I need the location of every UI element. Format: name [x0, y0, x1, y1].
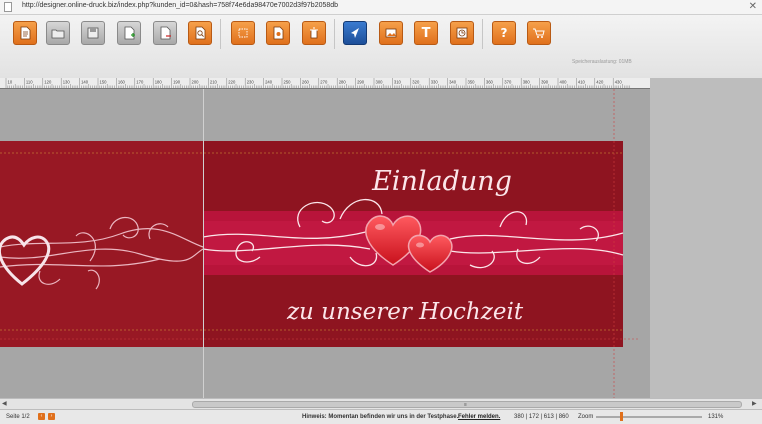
zoom-label: Zoom [578, 414, 594, 420]
clipart-icon [456, 27, 468, 39]
crop-button[interactable] [231, 21, 255, 45]
zoom-slider-thumb[interactable] [620, 412, 624, 421]
ruler-label: 380 [523, 80, 531, 85]
delete-button[interactable] [302, 21, 326, 45]
ruler-label: 270 [320, 80, 328, 85]
save-button[interactable] [81, 21, 105, 45]
close-icon[interactable]: ✕ [749, 0, 757, 14]
new-page-icon [20, 26, 31, 40]
scroll-grip-icon: ≡ [464, 402, 467, 408]
ruler-label: 240 [265, 80, 273, 85]
address-bar[interactable]: http://designer.online-druck.biz/index.p… [0, 0, 762, 15]
horizontal-ruler: 10 110 120 130 140 150 160 170 180 190 200 210 220 23… [0, 78, 650, 89]
memory-usage: Speicherauslastung: 01MB [572, 59, 632, 65]
card-artwork[interactable]: Einladung zu unserer Hochzeit [0, 89, 650, 398]
pointer-icon [351, 28, 359, 38]
new-document-button[interactable] [13, 21, 37, 45]
page-indicator: Seite 1/2 [6, 414, 30, 420]
preview-icon [195, 26, 206, 40]
preview-button[interactable] [188, 21, 212, 45]
toolbar-separator [482, 19, 483, 49]
horizontal-scrollbar[interactable]: ◀ ≡ ▶ [0, 398, 762, 409]
ruler-label: 160 [118, 80, 126, 85]
save-icon [87, 27, 99, 39]
toolbar: T ? Speicherauslastung: 01MB [0, 15, 762, 87]
ruler-label: 300 [376, 80, 384, 85]
ruler-label: 130 [63, 80, 71, 85]
ruler-label: 280 [339, 80, 347, 85]
notice-text: Hinweis: Momentan befinden wir uns in de… [302, 414, 459, 420]
help-icon: ? [500, 26, 508, 40]
ruler-label: 210 [210, 80, 218, 85]
ruler-label: 420 [596, 80, 604, 85]
ruler-label: 180 [155, 80, 163, 85]
help-button[interactable]: ? [492, 21, 516, 45]
image-icon [385, 28, 397, 38]
ruler-label: 120 [44, 80, 52, 85]
ruler-label: 290 [357, 80, 365, 85]
zoom-percent: 131% [708, 414, 724, 420]
ruler-label: 170 [136, 80, 144, 85]
scroll-left-arrow-icon[interactable]: ◀ [2, 400, 7, 407]
ruler-label: 390 [541, 80, 549, 85]
remove-page-icon [160, 26, 171, 40]
remove-page-button[interactable] [153, 21, 177, 45]
ruler-label: 370 [504, 80, 512, 85]
cart-button[interactable] [527, 21, 551, 45]
clipart-tool-button[interactable] [450, 21, 474, 45]
page-settings-button[interactable] [266, 21, 290, 45]
design-canvas[interactable]: Einladung zu unserer Hochzeit [0, 89, 650, 398]
open-folder-icon [51, 29, 65, 39]
ruler-label: 200 [192, 80, 200, 85]
ruler-label: 150 [100, 80, 108, 85]
ruler-label: 320 [412, 80, 420, 85]
card-title[interactable]: Einladung [371, 166, 512, 197]
text-icon: T [421, 25, 431, 41]
report-error-link[interactable]: Fehler melden. [458, 414, 500, 420]
add-page-icon [124, 26, 135, 40]
ruler-label: 220 [228, 80, 236, 85]
scroll-right-arrow-icon[interactable]: ▶ [752, 400, 757, 407]
card-subtitle[interactable]: zu unserer Hochzeit [286, 299, 524, 325]
ruler-label: 340 [449, 80, 457, 85]
toolbar-separator [220, 19, 221, 49]
pointer-tool-button[interactable] [343, 21, 367, 45]
ruler-label: 230 [247, 80, 255, 85]
page-icon [4, 2, 12, 12]
crop-icon [238, 28, 248, 38]
next-page-button[interactable]: › [48, 413, 55, 420]
page-settings-icon [273, 26, 284, 40]
scroll-thumb[interactable] [192, 401, 742, 408]
image-tool-button[interactable] [379, 21, 403, 45]
prev-page-button[interactable]: ‹ [38, 413, 45, 420]
ruler-label: 110 [26, 80, 33, 85]
toolbar-separator [334, 19, 335, 49]
ruler-label: 310 [394, 80, 402, 85]
zoom-slider[interactable] [596, 416, 702, 418]
text-tool-button[interactable]: T [414, 21, 438, 45]
guide-line [203, 89, 204, 398]
ruler-label: 250 [284, 80, 292, 85]
open-button[interactable] [46, 21, 70, 45]
coordinates-readout: 380 | 172 | 613 | 860 [514, 414, 569, 420]
ruler-label: 190 [173, 80, 181, 85]
cart-icon [533, 28, 545, 38]
ruler-label: 330 [431, 80, 439, 85]
ruler-label: 360 [486, 80, 494, 85]
ruler-label: 140 [81, 80, 89, 85]
ruler-label: 400 [560, 80, 568, 85]
status-bar: Seite 1/2 ‹ › Hinweis: Momentan befinden… [0, 409, 762, 424]
ruler-label: 350 [468, 80, 476, 85]
right-panel [650, 78, 762, 398]
url-text[interactable]: http://designer.online-druck.biz/index.p… [22, 2, 338, 9]
ruler-label: 10 [8, 80, 13, 85]
add-page-button[interactable] [117, 21, 141, 45]
ruler-label: 410 [578, 80, 586, 85]
ruler-label: 430 [615, 80, 623, 85]
ruler-label: 260 [302, 80, 310, 85]
delete-icon [310, 27, 318, 39]
ruler-ticks: 10 110 120 130 140 150 160 170 180 190 200 210 220 23… [5, 78, 630, 88]
